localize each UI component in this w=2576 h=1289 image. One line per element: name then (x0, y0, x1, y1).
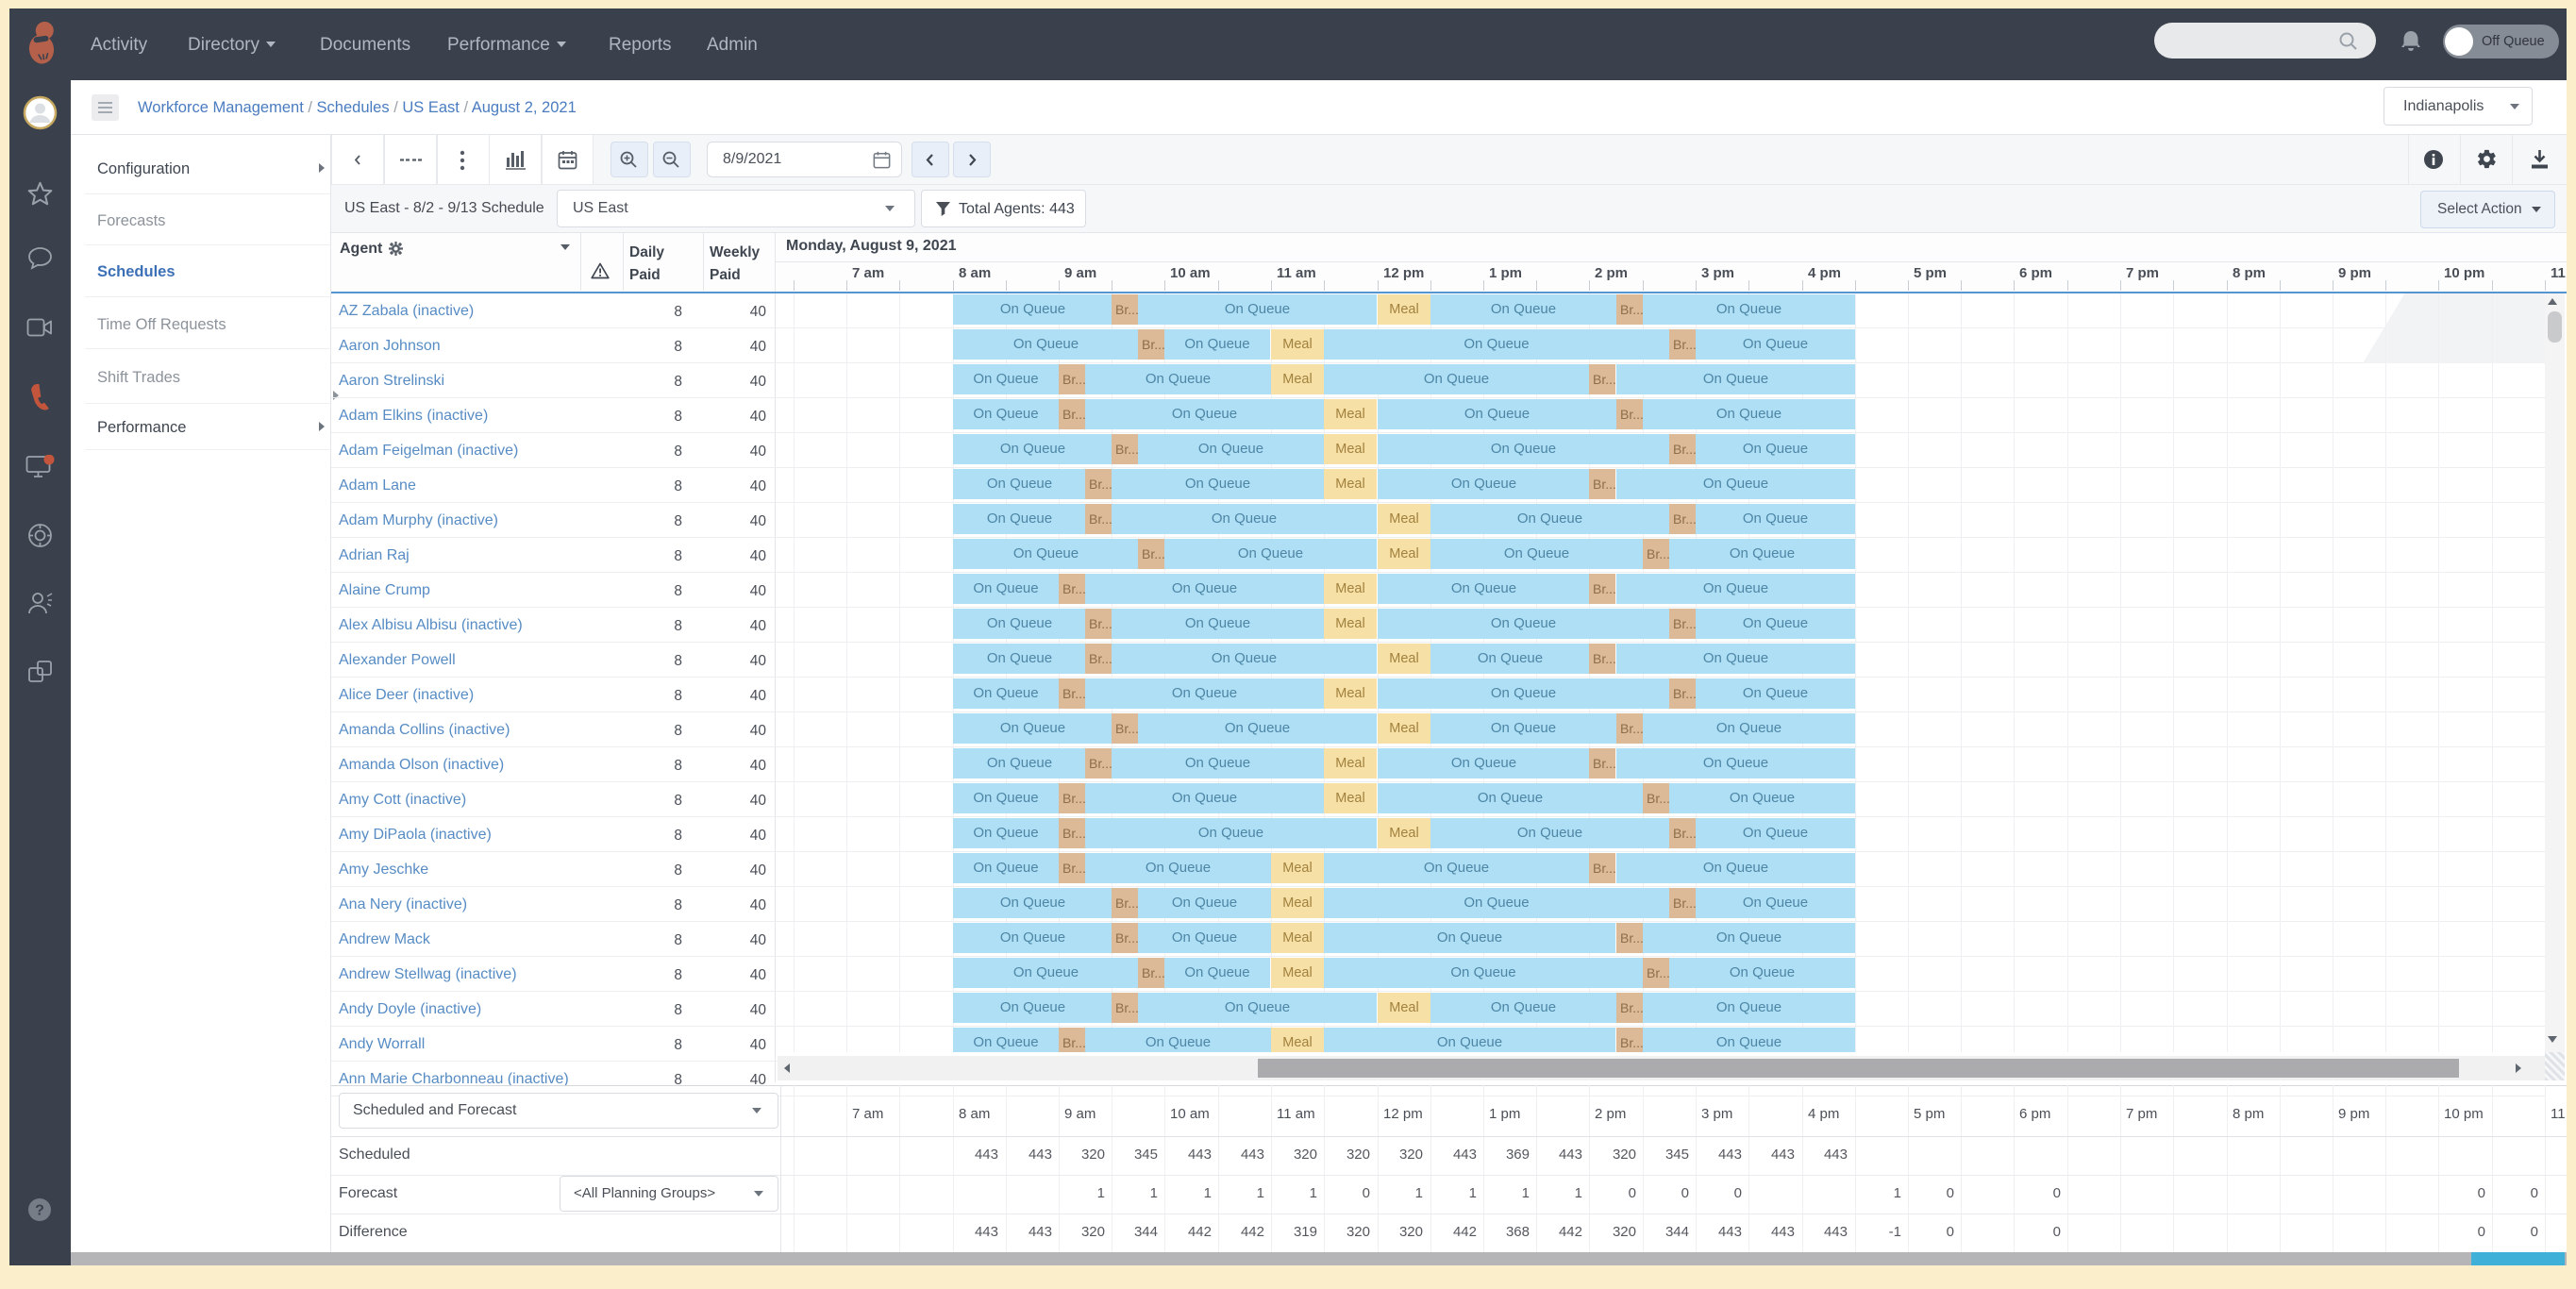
svg-text:?: ? (35, 1203, 44, 1219)
